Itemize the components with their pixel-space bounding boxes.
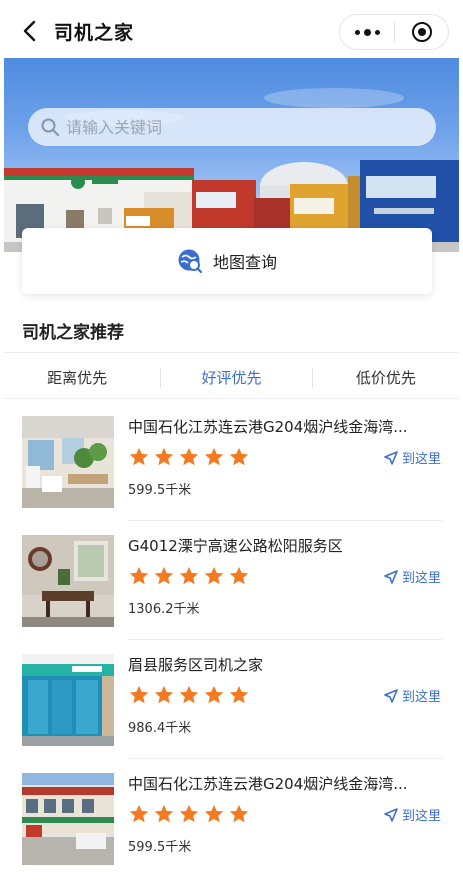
thumbnail-image (22, 654, 114, 746)
star-rating (128, 565, 250, 587)
star-icon (229, 804, 249, 823)
navigate-button[interactable]: 到这里 (384, 448, 441, 467)
star-icon (179, 566, 199, 585)
star-rating (128, 684, 250, 706)
rest-stop-list: 中国石化江苏连云港G204烟沪线金海湾... 到这里 599.5千米 G4012… (0, 402, 463, 878)
navigation-arrow-icon (384, 688, 398, 703)
star-icon (154, 685, 174, 704)
tab-rating[interactable]: 好评优先 (154, 358, 308, 396)
section-divider (4, 352, 459, 353)
star-rating (128, 803, 250, 825)
star-icon (179, 804, 199, 823)
map-search-icon (178, 249, 203, 274)
star-icon (154, 447, 174, 466)
navigate-label: 到这里 (401, 809, 441, 824)
navigation-arrow-icon (384, 807, 398, 822)
star-icon (154, 804, 174, 823)
star-icon (129, 804, 149, 823)
navigate-button[interactable]: 到这里 (384, 805, 441, 824)
navigation-arrow-icon (384, 569, 398, 584)
star-icon (229, 566, 249, 585)
list-item[interactable]: 中国石化江苏连云港G204烟沪线金海湾... 到这里 599.5千米 (0, 759, 463, 878)
distance-text: 986.4千米 (128, 721, 192, 736)
navigation-arrow-icon (384, 450, 398, 465)
item-name: 中国石化江苏连云港G204烟沪线金海湾... (128, 775, 408, 793)
list-item[interactable]: 眉县服务区司机之家 到这里 986.4千米 (0, 640, 463, 759)
star-icon (129, 566, 149, 585)
tab-divider (160, 368, 161, 388)
thumbnail-image (22, 535, 114, 627)
navigate-label: 到这里 (401, 690, 441, 705)
navigate-label: 到这里 (401, 571, 441, 586)
tab-divider (312, 368, 313, 388)
navigate-button[interactable]: 到这里 (384, 686, 441, 705)
tab-distance[interactable]: 距离优先 (0, 358, 154, 396)
star-icon (129, 447, 149, 466)
search-input[interactable] (66, 117, 406, 137)
item-name: G4012溧宁高速公路松阳服务区 (128, 537, 343, 555)
more-dots-icon[interactable] (340, 15, 394, 49)
star-icon (229, 447, 249, 466)
star-icon (179, 685, 199, 704)
map-query-label: 地图查询 (212, 253, 277, 272)
distance-text: 1306.2千米 (128, 602, 200, 617)
item-name: 眉县服务区司机之家 (128, 656, 264, 674)
tab-price[interactable]: 低价优先 (309, 358, 463, 396)
star-icon (204, 566, 224, 585)
item-name: 中国石化江苏连云港G204烟沪线金海湾... (128, 418, 408, 436)
mini-program-capsule (339, 14, 449, 50)
star-icon (229, 685, 249, 704)
navigate-button[interactable]: 到这里 (384, 567, 441, 586)
back-arrow-icon[interactable] (18, 18, 40, 44)
search-icon (41, 118, 59, 136)
banner-image (4, 58, 459, 252)
distance-text: 599.5千米 (128, 840, 192, 855)
list-item[interactable]: G4012溧宁高速公路松阳服务区 到这里 1306.2千米 (0, 521, 463, 640)
star-icon (204, 685, 224, 704)
star-icon (204, 447, 224, 466)
sort-tabs: 距离优先 好评优先 低价优先 (0, 358, 463, 396)
navigation-bar: 司机之家 (0, 0, 463, 62)
star-icon (129, 685, 149, 704)
navigate-label: 到这里 (401, 452, 441, 467)
thumbnail-image (22, 416, 114, 508)
page-title: 司机之家 (54, 22, 135, 44)
map-query-button[interactable]: 地图查询 (22, 228, 432, 294)
target-circle-icon[interactable] (395, 15, 448, 49)
distance-text: 599.5千米 (128, 483, 192, 498)
list-item[interactable]: 中国石化江苏连云港G204烟沪线金海湾... 到这里 599.5千米 (0, 402, 463, 521)
star-icon (179, 447, 199, 466)
search-bar[interactable] (28, 108, 436, 146)
star-icon (204, 804, 224, 823)
tabs-divider (4, 398, 459, 399)
section-title: 司机之家推荐 (22, 323, 124, 343)
star-icon (154, 566, 174, 585)
thumbnail-image (22, 773, 114, 865)
star-rating (128, 446, 250, 468)
